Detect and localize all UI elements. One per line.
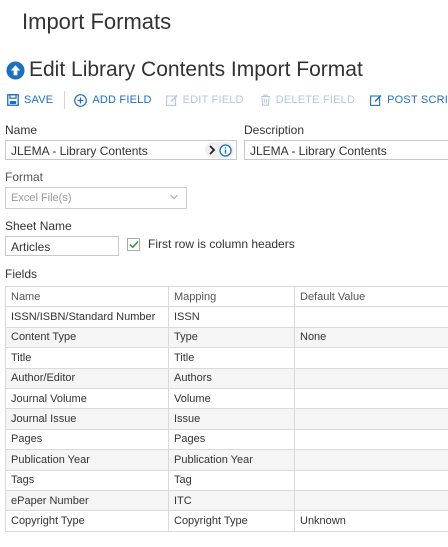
save-button[interactable]: SAVE	[7, 94, 53, 106]
description-value: JLEMA - Library Contents	[250, 144, 387, 158]
field-default-cell	[294, 449, 448, 471]
sheet-name-value: Articles	[11, 240, 51, 254]
add-field-label: ADD FIELD	[92, 94, 152, 106]
edit-circle-icon	[6, 60, 25, 80]
name-field[interactable]: JLEMA - Library Contents	[5, 140, 237, 160]
field-mapping-cell: Title	[168, 347, 295, 369]
field-name-cell: Tags	[5, 469, 169, 491]
table-row[interactable]: Tags Tag	[5, 469, 448, 491]
field-mapping-cell: ISSN	[168, 306, 295, 328]
field-name-cell: ISSN/ISBN/Standard Number	[5, 306, 169, 328]
field-default-cell: None	[294, 326, 448, 349]
field-mapping-cell: Tag	[168, 469, 295, 491]
field-mapping-cell: ITC	[168, 489, 295, 512]
field-mapping-cell: Authors	[168, 367, 295, 389]
table-row[interactable]: Journal Issue Issue	[5, 408, 448, 430]
delete-field-button[interactable]: DELETE FIELD	[260, 94, 355, 106]
edit-icon	[165, 94, 178, 106]
field-default-cell: Unknown	[294, 510, 448, 532]
table-row[interactable]: ISSN/ISBN/Standard Number ISSN	[5, 306, 448, 328]
field-name-cell: Journal Volume	[5, 387, 169, 410]
field-name-cell: ePaper Number	[5, 489, 169, 512]
column-header-name[interactable]: Name	[5, 285, 169, 308]
table-header-row: Name Mapping Default Value	[5, 285, 448, 308]
description-field[interactable]: JLEMA - Library Contents	[244, 140, 448, 160]
check-icon	[128, 240, 139, 249]
field-name-cell: Title	[5, 347, 169, 369]
field-mapping-cell: Publication Year	[168, 449, 295, 471]
chevron-down-icon	[169, 193, 179, 201]
field-mapping-cell: Issue	[168, 408, 295, 430]
format-label: Format	[5, 170, 44, 184]
field-default-cell	[294, 306, 448, 328]
trash-icon	[260, 94, 271, 106]
sheet-name-label: Sheet Name	[5, 219, 72, 233]
field-mapping-cell: Pages	[168, 428, 295, 451]
edit-field-button[interactable]: EDIT FIELD	[165, 94, 244, 106]
field-default-cell	[294, 469, 448, 491]
field-name-cell: Author/Editor	[5, 367, 169, 389]
table-row[interactable]: Publication Year Publication Year	[5, 449, 448, 471]
add-field-button[interactable]: ADD FIELD	[74, 93, 152, 107]
post-script-label: POST SCRIPT	[387, 94, 448, 106]
table-row[interactable]: Copyright Type Copyright Type Unknown	[5, 510, 448, 532]
field-name-cell: Pages	[5, 428, 169, 451]
field-name-cell: Journal Issue	[5, 408, 169, 430]
field-default-cell	[294, 367, 448, 389]
first-row-headers-option: First row is column headers	[127, 237, 295, 251]
toolbar: SAVE ADD FIELD EDIT FIELD DELETE FIELD P…	[0, 90, 448, 110]
post-script-button[interactable]: POST SCRIPT	[370, 94, 448, 106]
info-icon[interactable]	[219, 143, 232, 157]
field-mapping-cell: Volume	[168, 387, 295, 410]
delete-field-label: DELETE FIELD	[275, 94, 356, 106]
field-name-cell: Copyright Type	[5, 510, 169, 532]
edit-field-label: EDIT FIELD	[182, 94, 244, 106]
name-value: JLEMA - Library Contents	[11, 144, 148, 158]
save-icon	[7, 94, 19, 106]
field-default-cell	[294, 428, 448, 451]
first-row-headers-checkbox[interactable]	[127, 237, 140, 251]
sheet-name-field[interactable]: Articles	[5, 236, 119, 256]
format-select[interactable]: Excel File(s)	[5, 187, 187, 209]
name-field-actions	[205, 142, 234, 158]
table-row[interactable]: Pages Pages	[5, 428, 448, 451]
edit-heading: Edit Library Contents Import Format	[6, 58, 363, 82]
first-row-headers-label: First row is column headers	[148, 237, 295, 251]
field-default-cell	[294, 489, 448, 512]
field-default-cell	[294, 347, 448, 369]
page-title: Import Formats	[22, 9, 172, 34]
format-value: Excel File(s)	[11, 192, 72, 204]
field-mapping-cell: Type	[168, 326, 295, 349]
chevron-right-icon[interactable]	[207, 144, 217, 156]
field-name-cell: Publication Year	[5, 449, 169, 471]
table-row[interactable]: Title Title	[5, 347, 448, 369]
script-icon	[370, 94, 382, 106]
field-mapping-cell: Copyright Type	[168, 510, 295, 532]
description-label: Description	[244, 123, 305, 137]
table-row[interactable]: Content Type Type None	[5, 326, 448, 349]
field-default-cell	[294, 387, 448, 410]
name-label: Name	[5, 123, 38, 137]
add-circle-icon	[74, 93, 88, 107]
fields-label: Fields	[5, 267, 38, 281]
edit-title: Edit Library Contents Import Format	[29, 58, 363, 81]
save-label: SAVE	[24, 94, 54, 106]
column-header-mapping[interactable]: Mapping	[168, 285, 295, 308]
toolbar-divider	[64, 91, 66, 109]
table-row[interactable]: Author/Editor Authors	[5, 367, 448, 389]
table-row[interactable]: ePaper Number ITC	[5, 489, 448, 512]
field-name-cell: Content Type	[5, 326, 169, 349]
field-default-cell	[294, 408, 448, 430]
table-row[interactable]: Journal Volume Volume	[5, 387, 448, 410]
column-header-default-value[interactable]: Default Value	[294, 285, 448, 308]
fields-table: Name Mapping Default Value ISSN/ISBN/Sta…	[5, 285, 448, 532]
